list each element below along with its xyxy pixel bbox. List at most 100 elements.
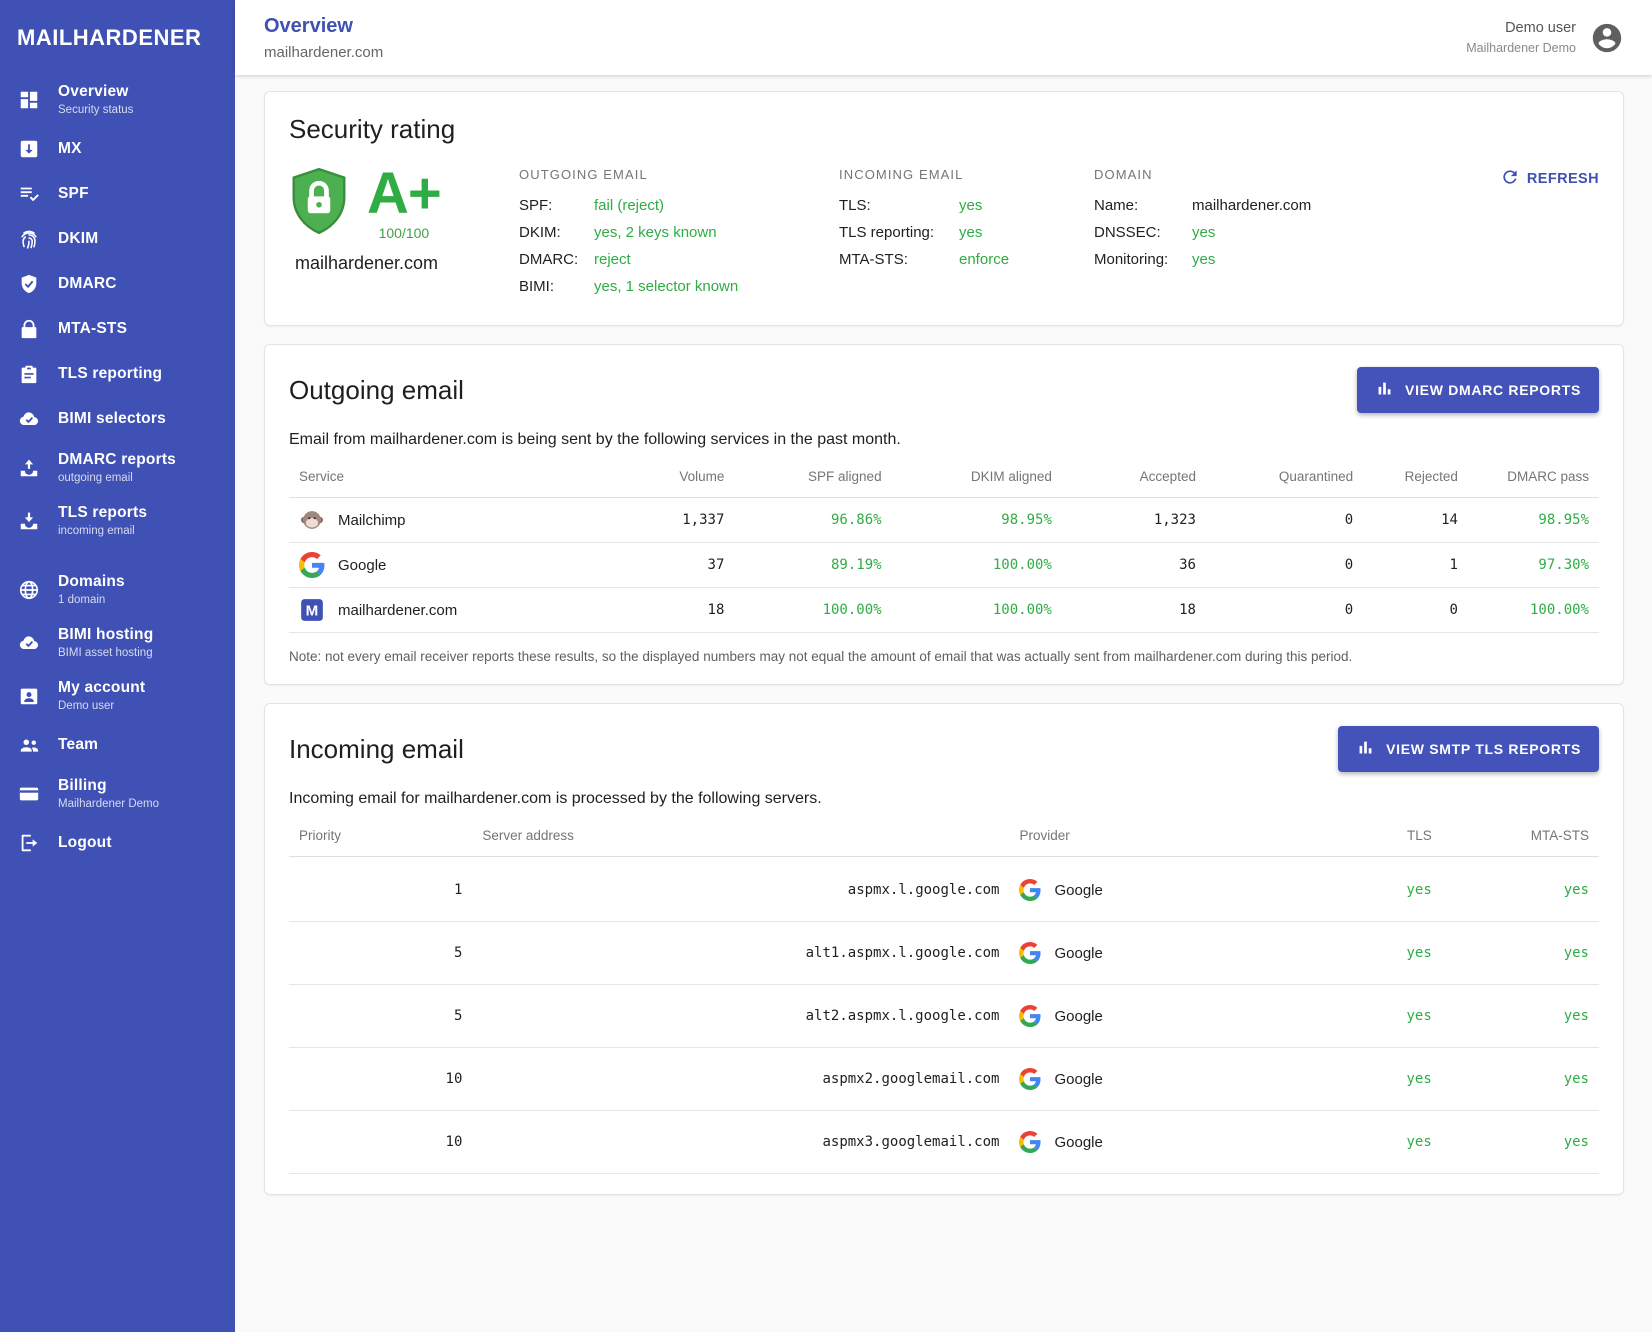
cell-volume: 18 <box>603 588 734 633</box>
cell-quarantined: 0 <box>1206 498 1363 543</box>
view-smtp-tls-reports-button[interactable]: VIEW SMTP TLS REPORTS <box>1338 726 1599 772</box>
table-row[interactable]: 1 aspmx.l.google.com Google yes yes <box>289 857 1599 922</box>
shield-check-icon <box>17 272 41 296</box>
svg-text:M: M <box>306 602 319 619</box>
sidebar-item-bimi-selectors[interactable]: BIMI selectors <box>0 396 235 441</box>
sidebar-item-label: BIMI selectors <box>58 410 166 428</box>
cell-volume: 1,337 <box>603 498 734 543</box>
sidebar-item-mta-sts[interactable]: MTA-STS <box>0 306 235 351</box>
cell-accepted: 36 <box>1062 543 1206 588</box>
column-header: SPF aligned <box>734 457 891 498</box>
google-icon <box>1019 1131 1041 1153</box>
sidebar-item-dmarc-reports[interactable]: DMARC reportsoutgoing email <box>0 441 235 494</box>
google-icon <box>1019 879 1041 901</box>
table-row[interactable]: Mmailhardener.com 18 100.00% 100.00% 18 … <box>289 588 1599 633</box>
sidebar-item-my-account[interactable]: My accountDemo user <box>0 669 235 722</box>
sidebar-item-dkim[interactable]: DKIM <box>0 216 235 261</box>
sidebar-item-dmarc[interactable]: DMARC <box>0 261 235 306</box>
sidebar-item-sub: Security status <box>58 104 133 116</box>
metric-label: SPF: <box>519 197 594 214</box>
score-block: A+ 100/100 mailhardener.com <box>289 165 519 305</box>
cell-server-address: alt2.aspmx.l.google.com <box>472 985 1009 1048</box>
table-row[interactable]: Google 37 89.19% 100.00% 36 0 1 97.30% <box>289 543 1599 588</box>
cell-priority: 10 <box>289 1111 472 1174</box>
sidebar-item-billing[interactable]: BillingMailhardener Demo <box>0 767 235 820</box>
column-header: Rejected <box>1363 457 1468 498</box>
cell-priority: 5 <box>289 985 472 1048</box>
column-heading: OUTGOING EMAIL <box>519 167 784 182</box>
sidebar-item-tls-reporting[interactable]: TLS reporting <box>0 351 235 396</box>
view-dmarc-reports-button[interactable]: VIEW DMARC REPORTS <box>1357 367 1599 413</box>
cell-quarantined: 0 <box>1206 543 1363 588</box>
cell-tls: yes <box>1311 857 1442 922</box>
dashboard-icon <box>17 88 41 112</box>
security-domain-column: DOMAIN Name:mailhardener.com DNSSEC:yes … <box>1094 165 1334 305</box>
metric-value: enforce <box>959 251 1009 268</box>
team-icon <box>17 733 41 757</box>
sidebar-item-domains[interactable]: Domains1 domain <box>0 563 235 616</box>
google-icon <box>1019 1068 1041 1090</box>
user-names: Demo user Mailhardener Demo <box>1466 20 1576 55</box>
security-grade: A+ <box>367 165 441 223</box>
sidebar-item-label: Domains <box>58 573 125 591</box>
table-row[interactable]: 5 alt1.aspmx.l.google.com Google yes yes <box>289 922 1599 985</box>
column-header: Quarantined <box>1206 457 1363 498</box>
sidebar-item-label: TLS reports <box>58 504 147 522</box>
sidebar-item-label: Team <box>58 736 98 754</box>
refresh-button[interactable]: REFRESH <box>1500 167 1599 191</box>
table-row[interactable]: 10 aspmx3.googlemail.com Google yes yes <box>289 1111 1599 1174</box>
sidebar-item-tls-reports[interactable]: TLS reportsincoming email <box>0 494 235 547</box>
account-avatar-icon[interactable] <box>1590 21 1624 55</box>
security-score: 100/100 <box>379 225 430 241</box>
cell-dmarc-pass: 100.00% <box>1468 588 1599 633</box>
sidebar-item-overview[interactable]: Overview Security status <box>0 73 235 126</box>
metric-value: fail (reject) <box>594 197 664 214</box>
sidebar-item-team[interactable]: Team <box>0 722 235 767</box>
cell-dkim-aligned: 100.00% <box>892 543 1062 588</box>
shield-lock-icon <box>289 165 349 237</box>
metric-value: yes <box>1192 251 1215 268</box>
table-row[interactable]: 5 alt2.aspmx.l.google.com Google yes yes <box>289 985 1599 1048</box>
sidebar-item-logout[interactable]: Logout <box>0 820 235 865</box>
sidebar-item-label: My account <box>58 679 145 697</box>
cell-mta-sts: yes <box>1442 985 1599 1048</box>
sidebar-item-spf[interactable]: SPF <box>0 171 235 216</box>
cell-tls: yes <box>1311 985 1442 1048</box>
cell-tls: yes <box>1311 1048 1442 1111</box>
user-org: Mailhardener Demo <box>1466 41 1576 55</box>
cell-spf-aligned: 96.86% <box>734 498 891 543</box>
page-title: Overview <box>264 15 383 38</box>
cloud-check-icon <box>17 407 41 431</box>
cell-server-address: alt1.aspmx.l.google.com <box>472 922 1009 985</box>
metric-value: yes, 1 selector known <box>594 278 738 295</box>
refresh-icon <box>1500 167 1520 191</box>
inbox-icon <box>17 509 41 533</box>
sidebar-item-mx[interactable]: MX <box>0 126 235 171</box>
security-rating-card: Security rating A+ 100/100 mailhardener.… <box>264 91 1624 326</box>
security-domain: mailhardener.com <box>289 253 444 274</box>
mx-icon <box>17 137 41 161</box>
service-name: Mailchimp <box>338 512 406 529</box>
metric-label: TLS: <box>839 197 959 214</box>
cloud-check-icon <box>17 631 41 655</box>
page-subtitle: mailhardener.com <box>264 44 383 61</box>
sidebar-item-label: Billing <box>58 777 159 795</box>
sidebar-item-label: DMARC reports <box>58 451 176 469</box>
cell-priority: 1 <box>289 857 472 922</box>
sidebar-item-label: Overview <box>58 83 133 101</box>
cell-accepted: 18 <box>1062 588 1206 633</box>
cell-tls: yes <box>1311 922 1442 985</box>
cell-priority: 5 <box>289 922 472 985</box>
outgoing-note: Note: not every email receiver reports t… <box>289 649 1599 664</box>
sidebar-nav: Overview Security status MX SPF DKIM DMAR… <box>0 73 235 865</box>
sidebar-item-label: DKIM <box>58 230 98 248</box>
cell-dmarc-pass: 97.30% <box>1468 543 1599 588</box>
sidebar-item-label: SPF <box>58 185 89 203</box>
main-area: Overview mailhardener.com Demo user Mail… <box>235 0 1652 1332</box>
table-row[interactable]: 10 aspmx2.googlemail.com Google yes yes <box>289 1048 1599 1111</box>
sidebar-item-bimi-hosting[interactable]: BIMI hostingBIMI asset hosting <box>0 616 235 669</box>
cell-accepted: 1,323 <box>1062 498 1206 543</box>
table-row[interactable]: Mailchimp 1,337 96.86% 98.95% 1,323 0 14… <box>289 498 1599 543</box>
cell-rejected: 1 <box>1363 543 1468 588</box>
mailchimp-icon <box>299 507 325 533</box>
